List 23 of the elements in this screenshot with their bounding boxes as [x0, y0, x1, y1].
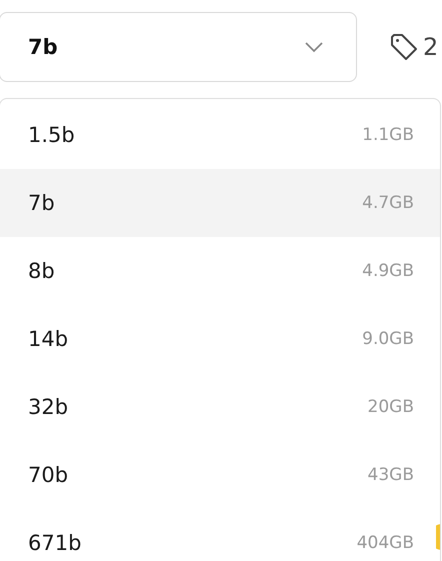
- option-label: 14b: [28, 327, 68, 351]
- option-label: 671b: [28, 531, 82, 555]
- model-option[interactable]: 32b 20GB: [0, 373, 440, 441]
- option-label: 7b: [28, 191, 55, 215]
- option-size: 404GB: [356, 533, 414, 553]
- tag-count: 2: [423, 33, 438, 61]
- model-option[interactable]: 1.5b 1.1GB: [0, 101, 440, 169]
- option-label: 32b: [28, 395, 68, 419]
- option-label: 70b: [28, 463, 68, 487]
- option-label: 8b: [28, 259, 55, 283]
- model-option[interactable]: 14b 9.0GB: [0, 305, 440, 373]
- option-label: 1.5b: [28, 123, 75, 147]
- option-size: 1.1GB: [362, 125, 414, 145]
- model-option[interactable]: 8b 4.9GB: [0, 237, 440, 305]
- model-select[interactable]: 7b: [0, 12, 357, 82]
- option-size: 4.7GB: [362, 193, 414, 213]
- option-size: 9.0GB: [362, 329, 414, 349]
- option-size: 20GB: [368, 397, 414, 417]
- model-option[interactable]: 671b 404GB: [0, 509, 440, 561]
- model-option[interactable]: 7b 4.7GB: [0, 169, 440, 237]
- model-option[interactable]: 70b 43GB: [0, 441, 440, 509]
- option-size: 43GB: [368, 465, 414, 485]
- option-size: 4.9GB: [362, 261, 414, 281]
